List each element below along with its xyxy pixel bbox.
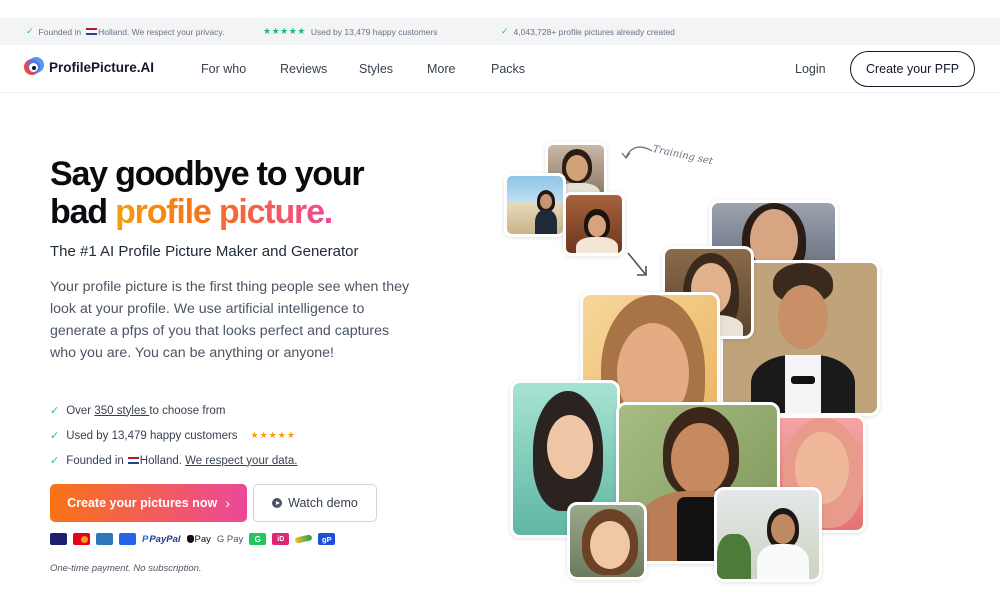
create-pfp-button[interactable]: Create your PFP [850,51,975,87]
training-set-label: Training set [651,143,714,168]
arrow-down-right-icon [627,252,647,276]
nav-for-who[interactable]: For who [201,62,246,76]
announcement-pictures: ✓ 4,043,728+ profile pictures already cr… [501,26,675,37]
site-header: ProfilePicture.AI For who Reviews Styles… [0,45,1000,93]
nav-reviews[interactable]: Reviews [280,62,327,76]
feature-list: ✓ Over 350 styles to choose from ✓ Used … [50,398,297,473]
nav-more[interactable]: More [427,62,455,76]
watch-demo-button[interactable]: Watch demo [253,484,377,522]
feature-customers: ✓ Used by 13,479 happy customers ★★★★★ [50,423,297,448]
announcement-founded-text: Founded in [38,26,82,37]
feature-styles: ✓ Over 350 styles to choose from [50,398,297,423]
gopay-icon: gP [318,533,336,545]
feature-customers-text: Used by 13,479 happy customers [66,429,238,442]
hero-title-plain: bad [50,193,116,231]
maestro-icon [96,533,113,545]
hero-title: Say goodbye to your bad profile picture. [50,155,365,231]
announcement-customers: ★★★★★ Used by 13,479 happy customers [263,26,437,37]
training-photo-2 [504,173,566,237]
announcement-privacy-text: Holland. We respect your privacy. [98,26,225,37]
training-photo-3 [563,192,625,256]
apple-pay-icon: Pay [186,533,211,545]
play-icon [272,498,283,508]
check-icon: ✓ [50,455,60,467]
apple-pay-label: Pay [194,533,211,545]
feature-styles-text: Over 350 styles to choose from [66,405,225,417]
hero-title-line2: bad profile picture. [50,193,363,231]
payment-methods: P PayPal Pay G Pay G iD gP [50,533,336,545]
logo-text: ProfilePicture.AI [49,59,155,75]
mastercard-icon [73,533,90,545]
apple-icon [186,535,194,543]
amex-icon [119,533,136,545]
feature-founded-rest: Holland. We respect your data. [140,455,298,467]
announcement-customers-text: Used by 13,479 happy customers [310,26,438,37]
watch-demo-label: Watch demo [288,496,358,510]
privacy-link[interactable]: We respect your data. [185,455,297,467]
hero-description: Your profile picture is the first thing … [50,279,410,361]
giropay-icon: G [249,533,267,545]
check-icon: ✓ [501,26,509,36]
klarna-icon [294,533,313,545]
hero-title-accent: profile picture. [115,193,333,231]
ideal-icon: iD [272,533,290,545]
netherlands-flag-icon [127,457,139,464]
styles-link[interactable]: 350 styles [94,405,149,417]
nav-styles[interactable]: Styles [359,62,393,76]
feature-founded-text: Founded in [66,454,124,467]
feature-styles-post: to choose from [149,404,226,417]
logo-link[interactable]: ProfilePicture.AI [24,57,154,77]
check-icon: ✓ [50,430,60,442]
hero-title-line1: Say goodbye to your [50,155,365,193]
check-icon: ✓ [50,405,60,417]
create-pictures-button[interactable]: Create your pictures now › [50,484,247,522]
announcement-bar: ✓ Founded in Holland. We respect your pr… [0,18,1000,45]
rating-stars-icon: ★★★★★ [250,430,296,440]
netherlands-flag-icon [86,28,98,35]
announcement-founded: ✓ Founded in Holland. We respect your pr… [26,26,224,37]
paypal-label: PayPal [149,533,181,545]
paypal-icon: P PayPal [142,533,181,545]
visa-icon [50,533,67,545]
login-link[interactable]: Login [795,62,826,76]
portrait-cafe [714,487,822,582]
portrait-anime-2 [567,502,647,580]
announcement-pictures-text: 4,043,728+ profile pictures already crea… [513,26,675,37]
feature-founded-country: Holland. [139,454,186,467]
check-icon: ✓ [26,26,34,36]
hero-subtitle: The #1 AI Profile Picture Maker and Gene… [50,243,359,260]
chevron-right-icon: › [225,495,230,511]
logo-icon [24,57,44,77]
paypal-p-icon: P [142,533,149,545]
feature-founded: ✓ Founded in Holland. We respect your da… [50,448,297,473]
google-pay-icon: G Pay [216,533,244,545]
arrow-curved-icon [621,146,653,160]
payment-note: One-time payment. No subscription. [50,563,202,574]
feature-styles-pre: Over [66,404,95,417]
nav-packs[interactable]: Packs [491,62,525,76]
rating-stars-icon: ★★★★★ [263,26,306,36]
create-pictures-label: Create your pictures now [67,496,218,510]
